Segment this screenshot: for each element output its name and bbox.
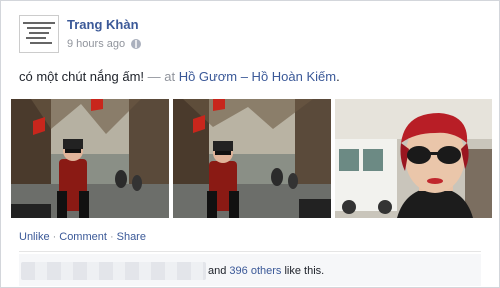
photo-2[interactable] [173,99,331,218]
timestamp[interactable]: 9 hours ago [67,38,125,50]
status-message: có một chút nắng ấm! [19,69,145,84]
author-name[interactable]: Trang Khàn [67,17,139,32]
comment-link[interactable]: Comment [59,231,107,243]
status-text: có một chút nắng ấm! — at Hồ Gươm – Hồ H… [19,69,340,84]
share-link[interactable]: Share [117,231,146,243]
place-suffix: . [336,69,340,84]
photo-1[interactable] [11,99,169,218]
likes-suffix: like this. [281,265,325,277]
avatar[interactable] [19,15,59,53]
photo-2-image [173,99,331,218]
likes-box: and 396 others like this. [19,254,481,286]
place-link[interactable]: Hồ Gươm – Hồ Hoàn Kiếm [179,69,336,84]
globe-icon[interactable] [131,39,142,49]
photo-3[interactable] [335,99,492,218]
photo-3-image [335,99,492,218]
at-prefix: — at [144,69,179,84]
action-separator: · [52,231,57,243]
likes-text: and 396 others like this. [208,265,324,277]
post-meta: 9 hours ago [67,38,142,50]
blurred-names [21,262,206,280]
likes-and: and [208,265,230,277]
others-like-link[interactable]: 396 others [229,265,281,277]
post-actions: Unlike · Comment · Share [19,231,146,243]
photo-1-image [11,99,169,218]
divider [19,251,481,252]
post-card: Trang Khàn 9 hours ago có một chút nắng … [0,0,500,288]
unlike-link[interactable]: Unlike [19,231,50,243]
action-separator: · [109,231,114,243]
